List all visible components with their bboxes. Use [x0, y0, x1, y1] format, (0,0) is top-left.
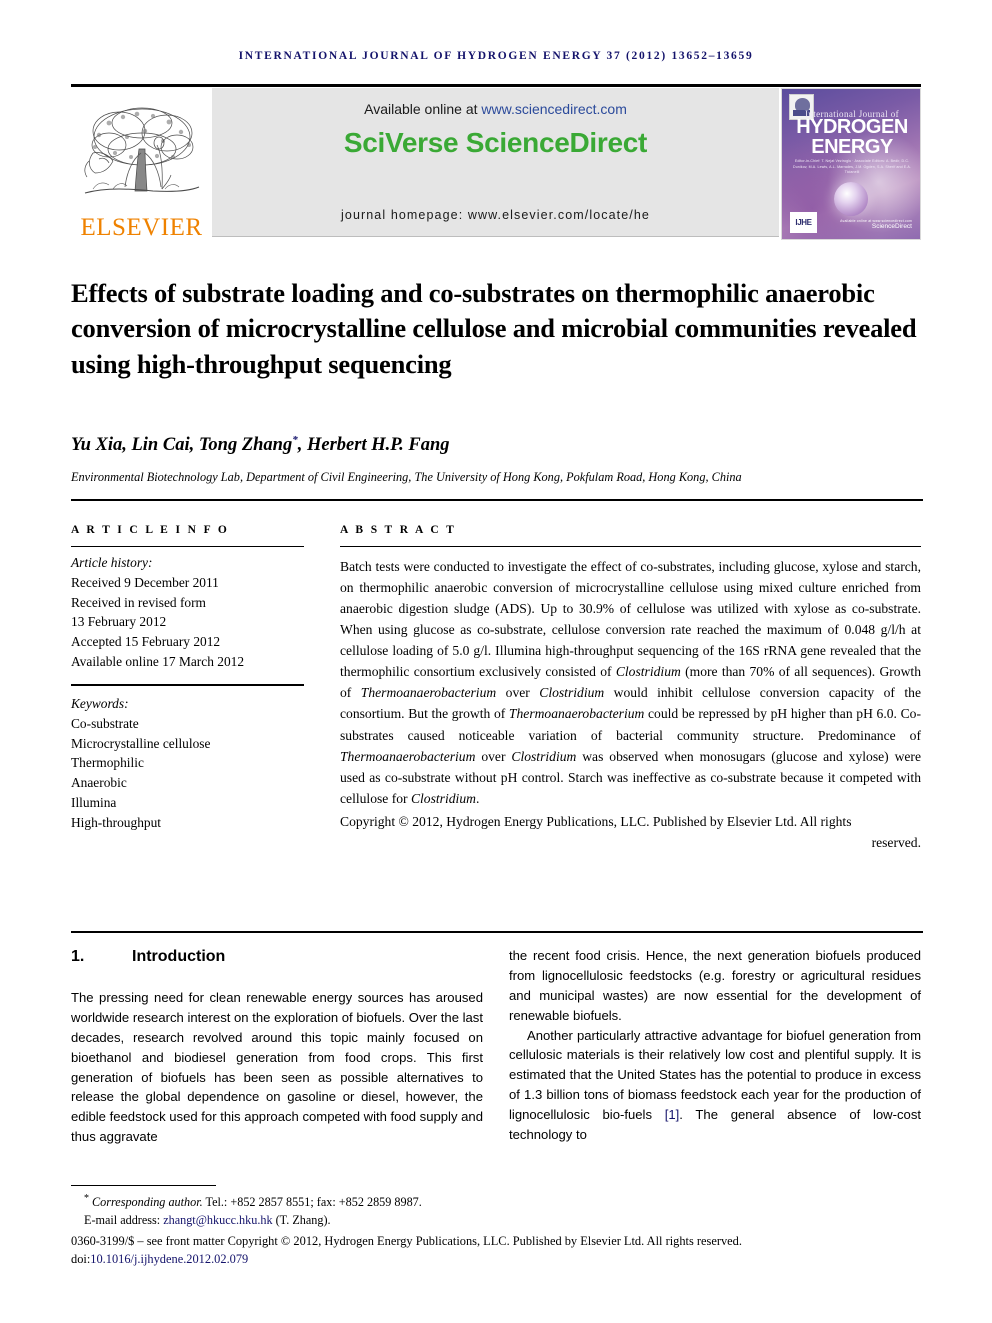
section-number: 1. — [71, 948, 85, 965]
introduction-right-column: the recent food crisis. Hence, the next … — [509, 946, 921, 1145]
article-info-heading: A R T I C L E I N F O — [71, 524, 230, 536]
author-list: Yu Xia, Lin Cai, Tong Zhang*, Herbert H.… — [71, 434, 923, 456]
cover-ijhe-logo: IJHE — [790, 212, 817, 233]
article-history-label: Article history: — [71, 555, 153, 570]
email-address-label: E-mail address: — [84, 1212, 164, 1227]
author-names: Yu Xia, Lin Cai, Tong Zhang — [71, 435, 293, 456]
masthead: ELSEVIER Available online at www.science… — [71, 84, 921, 240]
journal-cover-artwork: International Journal of HYDROGEN ENERGY… — [782, 89, 920, 239]
corresponding-author-label: Corresponding author. — [92, 1195, 203, 1210]
sciverse-sciencedirect-logo: SciVerse ScienceDirect — [343, 127, 648, 158]
article-history-revised-date: 13 February 2012 — [71, 614, 167, 630]
masthead-top-rule — [71, 84, 921, 87]
footnote-block: * Corresponding author. Tel.: +852 2857 … — [71, 1192, 923, 1230]
footnote-separator-rule — [71, 1185, 216, 1186]
citation-reference-1[interactable]: [1] — [665, 1107, 680, 1122]
page-title: Effects of substrate loading and co-subs… — [71, 277, 917, 379]
article-history-revised-label: Received in revised form — [71, 594, 206, 610]
email-address-owner: (T. Zhang). — [272, 1212, 331, 1227]
introduction-paragraph-2: Another particularly attractive advantag… — [509, 1026, 921, 1145]
abstract-rule — [340, 546, 921, 547]
keyword-item: Anaerobic — [71, 775, 127, 791]
doi-link[interactable]: 10.1016/j.ijhydene.2012.02.079 — [90, 1252, 248, 1266]
keywords-label: Keywords: — [71, 696, 129, 711]
article-history-block: Article history: Received 9 December 201… — [71, 553, 304, 672]
sciencedirect-banner: Available online at www.sciencedirect.co… — [212, 88, 779, 237]
keywords-block: Keywords: Co-substrate Microcrystalline … — [71, 694, 304, 833]
available-online-line: Available online at www.sciencedirect.co… — [212, 101, 779, 117]
available-online-prefix: Available online at — [364, 101, 482, 117]
keyword-item: Microcrystalline cellulose — [71, 735, 211, 751]
article-history-accepted: Accepted 15 February 2012 — [71, 634, 221, 650]
running-head: INTERNATIONAL JOURNAL OF HYDROGEN ENERGY… — [238, 50, 754, 62]
body-section-top-rule — [71, 931, 923, 933]
journal-homepage-line[interactable]: journal homepage: www.elsevier.com/locat… — [212, 208, 779, 222]
cover-title-energy: ENERGY — [811, 136, 893, 158]
abstract-taxon-7: Clostridium — [410, 790, 476, 806]
abstract-part-3: over — [496, 685, 540, 701]
doi-label: doi: — [71, 1251, 91, 1266]
author-names-tail: , Herbert H.P. Fang — [297, 435, 450, 456]
abstract-part-8: . — [475, 790, 480, 806]
cover-sciencedirect-label: ScienceDirect — [871, 222, 912, 230]
abstract-text: Batch tests were conducted to investigat… — [340, 556, 921, 853]
frontmatter-block: 0360-3199/$ – see front matter Copyright… — [71, 1233, 923, 1269]
introduction-paragraph-1: The pressing need for clean renewable en… — [71, 990, 483, 1145]
introduction-paragraph-1-cont: the recent food crisis. Hence, the next … — [509, 948, 921, 1023]
elsevier-wordmark: ELSEVIER — [80, 214, 203, 241]
footnote-star-marker: * — [84, 1193, 89, 1204]
cover-editor-list: Editor-in-Chief: T. Nejat Veziroglu · As… — [793, 159, 911, 175]
journal-article-page: INTERNATIONAL JOURNAL OF HYDROGEN ENERGY… — [0, 0, 992, 1323]
keyword-item: Illumina — [71, 795, 117, 811]
abstract-taxon-1: Clostridium — [615, 664, 681, 680]
abstract-heading: A B S T R A C T — [340, 524, 457, 536]
info-section-top-rule — [71, 499, 923, 501]
cover-sciencedirect-mark: Available online at www.sciencedirect.co… — [840, 219, 912, 231]
article-info-rule — [71, 546, 304, 547]
author-affiliation: Environmental Biotechnology Lab, Departm… — [71, 470, 742, 484]
cover-title-hydrogen: HYDROGEN — [796, 116, 908, 138]
abstract-copyright-last: reserved. — [871, 834, 921, 850]
abstract-taxon-4: Thermoanaerobacterium — [508, 706, 645, 722]
section-title-introduction: Introduction — [132, 948, 226, 965]
abstract-part-1: Batch tests were conducted to investigat… — [340, 559, 921, 680]
abstract-taxon-5: Thermoanaerobacterium — [340, 748, 476, 764]
abstract-taxon-3: Clostridium — [539, 685, 605, 701]
abstract-copyright: Copyright © 2012, Hydrogen Energy Public… — [340, 813, 852, 829]
introduction-left-column: The pressing need for clean renewable en… — [71, 988, 483, 1147]
abstract-taxon-6: Clostridium — [511, 748, 577, 764]
article-history-received: Received 9 December 2011 — [71, 574, 219, 590]
sciencedirect-url[interactable]: www.sciencedirect.com — [481, 101, 627, 117]
elsevier-tree-icon — [83, 107, 199, 194]
keyword-item: High-throughput — [71, 814, 162, 830]
email-note: E-mail address: zhangt@hkucc.hku.hk (T. … — [71, 1212, 923, 1230]
corresponding-author-contact: Tel.: +852 2857 8551; fax: +852 2859 898… — [202, 1195, 422, 1210]
keyword-item: Thermophilic — [71, 755, 144, 771]
doi-line: doi:10.1016/j.ijhydene.2012.02.079 — [71, 1251, 923, 1269]
email-address-link[interactable]: zhangt@hkucc.hku.hk — [163, 1213, 272, 1227]
corresponding-author-note: * Corresponding author. Tel.: +852 2857 … — [71, 1192, 923, 1212]
article-history-online: Available online 17 March 2012 — [71, 654, 245, 670]
frontmatter-copyright: 0360-3199/$ – see front matter Copyright… — [71, 1234, 742, 1248]
keyword-item: Co-substrate — [71, 715, 139, 731]
abstract-part-6: over — [475, 748, 512, 764]
cover-orb-graphic — [834, 182, 868, 216]
keywords-rule — [71, 684, 304, 686]
elsevier-logo: ELSEVIER — [71, 88, 212, 240]
journal-cover-image: International Journal of HYDROGEN ENERGY… — [781, 88, 921, 240]
abstract-taxon-2: Thermoanaerobacterium — [360, 685, 497, 701]
